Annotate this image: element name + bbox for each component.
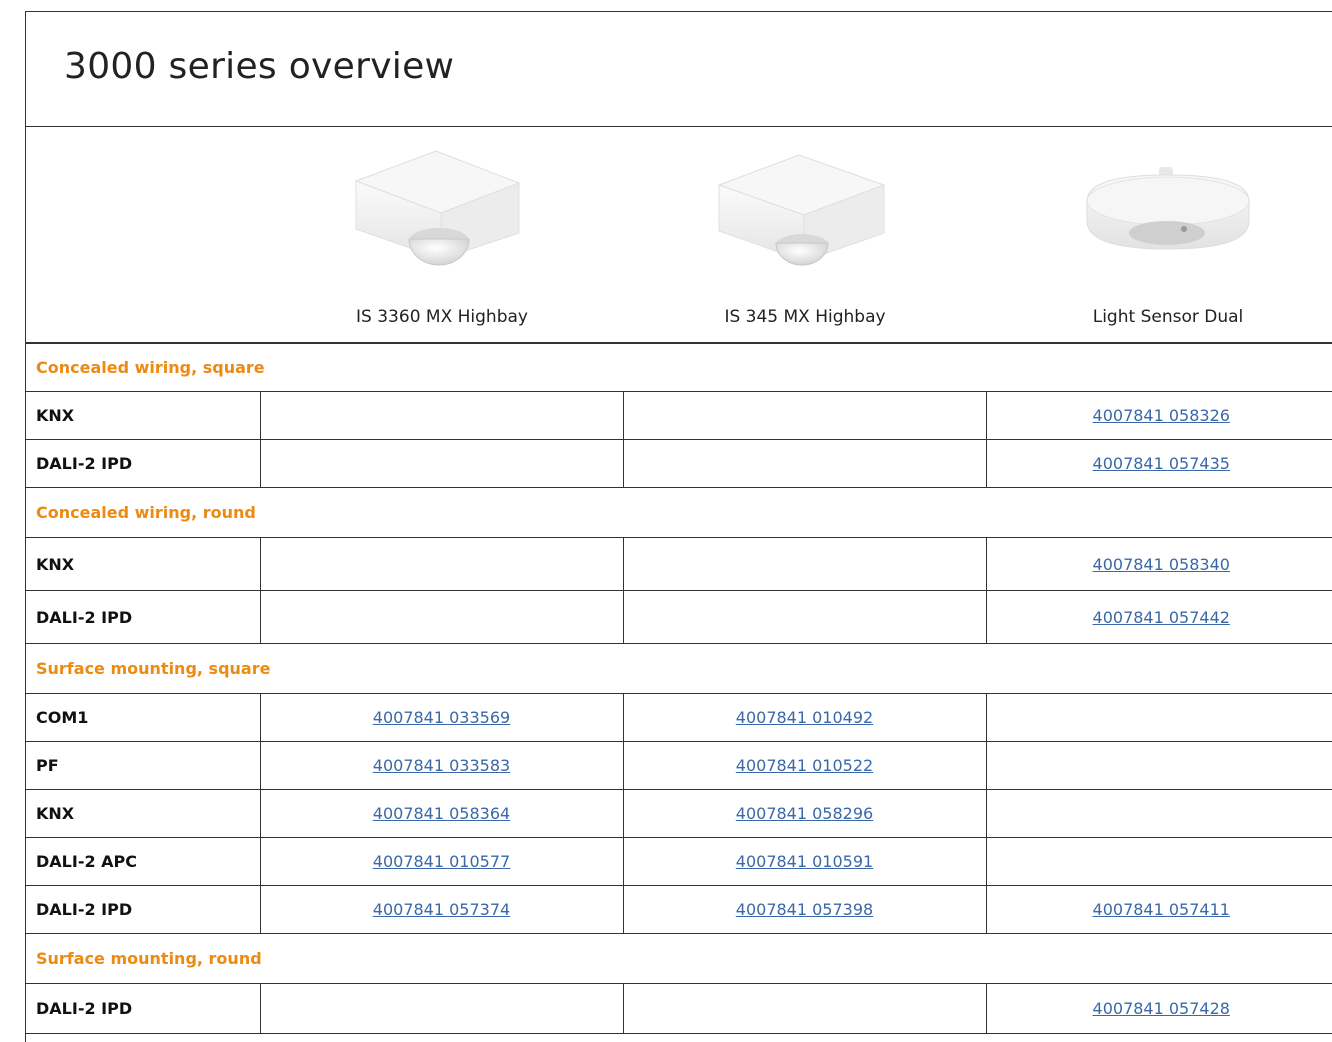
cell-empty <box>259 983 624 1034</box>
row-label: DALI-2 APC <box>26 837 261 886</box>
article-number-link[interactable]: 4007841 057428 <box>1093 999 1230 1018</box>
product-column-3: Light Sensor Dual <box>987 127 1332 342</box>
table-row: DALI-2 IPD 4007841 057435 <box>26 439 1332 488</box>
table-row: KNX 4007841 058340 <box>26 537 1332 591</box>
article-number-link[interactable]: 4007841 057411 <box>1093 900 1230 919</box>
article-number-link[interactable]: 4007841 010522 <box>736 756 873 775</box>
cell-empty <box>259 439 624 488</box>
cell-empty <box>622 537 987 591</box>
cell-empty <box>259 537 624 591</box>
cell-empty <box>985 789 1332 838</box>
sensor-square-small-dome-image <box>717 154 886 266</box>
table-row: DALI-2 IPD 4007841 057374 4007841 057398… <box>26 885 1332 934</box>
article-number-link[interactable]: 4007841 058296 <box>736 804 873 823</box>
cell-empty <box>622 391 987 440</box>
article-number-link[interactable]: 4007841 057398 <box>736 900 873 919</box>
table-row: KNX 4007841 058364 4007841 058296 <box>26 789 1332 838</box>
article-number-link[interactable]: 4007841 033583 <box>373 756 510 775</box>
product-header: IS 3360 MX Highbay IS 345 MX Highbay Lig… <box>26 127 1332 343</box>
cell-empty <box>259 391 624 440</box>
section-heading-row: Surface mounting, square <box>26 643 1332 694</box>
cell-empty <box>622 590 987 644</box>
product-name: Light Sensor Dual <box>1092 307 1244 327</box>
table-row: DALI-2 APC 4007841 010577 4007841 010591 <box>26 837 1332 886</box>
product-column-2: IS 345 MX Highbay <box>624 127 986 342</box>
section-heading: Surface mounting, square <box>26 643 1332 694</box>
cell-empty <box>259 590 624 644</box>
section-heading-row: Concealed wiring, round <box>26 487 1332 538</box>
row-label: KNX <box>26 789 261 838</box>
article-number-link[interactable]: 4007841 010577 <box>373 852 510 871</box>
article-number-link[interactable]: 4007841 058340 <box>1093 555 1230 574</box>
product-name: IS 3360 MX Highbay <box>356 307 528 327</box>
article-number-link[interactable]: 4007841 010492 <box>736 708 873 727</box>
article-number-link[interactable]: 4007841 057442 <box>1093 608 1230 627</box>
row-label: DALI-2 IPD <box>26 590 261 644</box>
section-heading: Surface mounting, round <box>26 933 1332 984</box>
section-heading: Concealed wiring, square <box>26 343 1332 392</box>
round-light-sensor-image <box>1086 167 1250 250</box>
section-heading-row: Surface mounting, round <box>26 933 1332 984</box>
row-label: DALI-2 IPD <box>26 983 261 1034</box>
row-label: KNX <box>26 537 261 591</box>
table-row: PF 4007841 033583 4007841 010522 <box>26 741 1332 790</box>
article-number-link[interactable]: 4007841 057374 <box>373 900 510 919</box>
section-heading-row: Concealed wiring, square <box>26 343 1332 392</box>
title-row: 3000 series overview <box>26 12 1332 127</box>
cell-empty <box>622 983 987 1034</box>
row-label: COM1 <box>26 693 261 742</box>
row-label: PF <box>26 741 261 790</box>
table-row: DALI-2 IPD 4007841 057442 <box>26 590 1332 644</box>
cell-empty <box>622 439 987 488</box>
table-row: KNX 4007841 058326 <box>26 391 1332 440</box>
overview-frame: 3000 series overview IS 3360 MX Highbay … <box>25 11 1332 1042</box>
article-number-link[interactable]: 4007841 058326 <box>1093 406 1230 425</box>
article-number-link[interactable]: 4007841 033569 <box>373 708 510 727</box>
row-label: DALI-2 IPD <box>26 885 261 934</box>
product-name: IS 345 MX Highbay <box>724 307 886 327</box>
row-label: KNX <box>26 391 261 440</box>
table-row: COM1 4007841 033569 4007841 010492 <box>26 693 1332 742</box>
article-number-link[interactable]: 4007841 057435 <box>1093 454 1230 473</box>
table-row: DALI-2 IPD 4007841 057428 <box>26 983 1332 1034</box>
page-title: 3000 series overview <box>64 46 455 87</box>
row-label: DALI-2 IPD <box>26 439 261 488</box>
article-number-link[interactable]: 4007841 010591 <box>736 852 873 871</box>
cell-empty <box>985 693 1332 742</box>
cell-empty <box>985 837 1332 886</box>
cell-empty <box>985 741 1332 790</box>
section-heading: Concealed wiring, round <box>26 487 1332 538</box>
sensor-square-large-dome-image <box>354 150 521 266</box>
product-column-1: IS 3360 MX Highbay <box>261 127 623 342</box>
article-number-link[interactable]: 4007841 058364 <box>373 804 510 823</box>
article-number-table: Concealed wiring, square KNX 4007841 058… <box>26 343 1332 1034</box>
